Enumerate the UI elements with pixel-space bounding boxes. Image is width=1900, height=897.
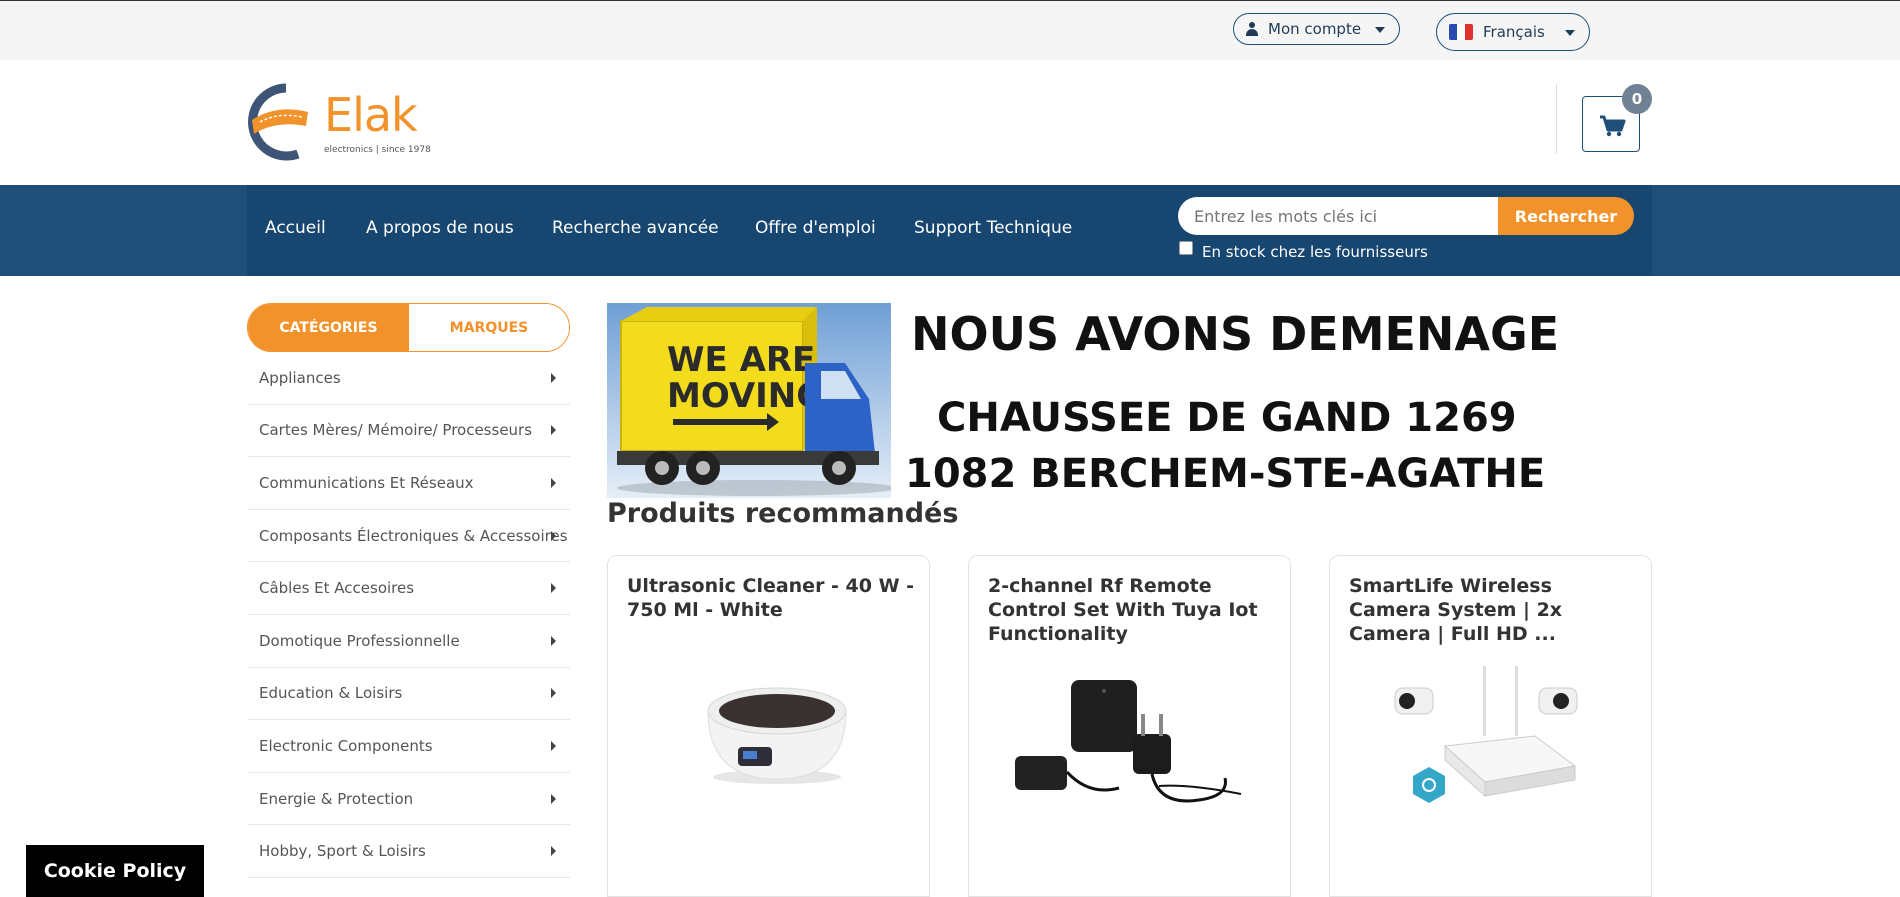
- recommended-title: Produits recommandés: [607, 498, 959, 529]
- category-label: Communications Et Réseaux: [259, 473, 474, 492]
- nav-link-jobs[interactable]: Offre d'emploi: [755, 218, 876, 238]
- category-item[interactable]: Appliances: [247, 352, 570, 405]
- cookie-policy-button[interactable]: Cookie Policy: [26, 845, 204, 897]
- nav-link-accueil[interactable]: Accueil: [265, 218, 326, 238]
- caret-right-icon: [551, 846, 556, 857]
- tab-brands[interactable]: MARQUES: [409, 304, 569, 351]
- caret-right-icon: [551, 477, 556, 488]
- caret-right-icon: [551, 425, 556, 436]
- header-divider: [1556, 84, 1557, 154]
- category-item[interactable]: Câbles Et Accesoires: [247, 562, 570, 615]
- caret-right-icon: [551, 583, 556, 594]
- category-label: Energie & Protection: [259, 789, 414, 808]
- moving-banner[interactable]: WE ARE MOVING NOUS AVONS DEMENAGE CHAUSS…: [607, 303, 1559, 498]
- top-bar: Mon compte Français: [0, 0, 1900, 60]
- logo-tagline: electronics | since 1978: [324, 145, 431, 155]
- tab-categories[interactable]: CATÉGORIES: [248, 304, 409, 351]
- category-item[interactable]: Hobby, Sport & Loisirs: [247, 825, 570, 878]
- category-item[interactable]: Domotique Professionnelle: [247, 615, 570, 668]
- product-card[interactable]: 2-channel Rf Remote Control Set With Tuy…: [968, 555, 1291, 897]
- nav-link-about[interactable]: A propos de nous: [366, 218, 514, 238]
- stock-checkbox[interactable]: [1179, 241, 1193, 255]
- stock-checkbox-label: En stock chez les fournisseurs: [1202, 243, 1428, 261]
- truck-text-1: WE ARE: [667, 340, 815, 380]
- category-label: Cartes Mères/ Mémoire/ Processeurs: [259, 421, 533, 440]
- language-label: Français: [1483, 23, 1545, 41]
- product-image[interactable]: [1385, 666, 1600, 841]
- category-list: Appliances Cartes Mères/ Mémoire/ Proces…: [247, 352, 570, 878]
- site-logo[interactable]: Elak electronics | since 1978: [246, 82, 431, 162]
- product-name[interactable]: SmartLife Wireless Camera System | 2x Ca…: [1349, 574, 1639, 646]
- truck-text-2: MOVING: [667, 376, 824, 416]
- product-name[interactable]: Ultrasonic Cleaner - 40 W - 750 Ml - Whi…: [627, 574, 917, 622]
- caret-down-icon: [1375, 27, 1385, 33]
- caret-right-icon: [551, 372, 556, 383]
- search-input[interactable]: [1178, 197, 1498, 235]
- category-label: Education & Loisirs: [259, 684, 403, 703]
- category-label: Electronic Components: [259, 736, 433, 755]
- search-button[interactable]: Rechercher: [1498, 197, 1634, 235]
- category-label: Câbles Et Accesoires: [259, 579, 415, 598]
- product-image[interactable]: [1009, 676, 1249, 816]
- moving-truck-image: WE ARE MOVING: [607, 303, 891, 498]
- category-label: Hobby, Sport & Loisirs: [259, 842, 426, 861]
- product-image[interactable]: [702, 681, 852, 786]
- banner-address-1: CHAUSSEE DE GAND 1269: [937, 395, 1517, 441]
- account-label: Mon compte: [1268, 20, 1362, 38]
- product-card[interactable]: SmartLife Wireless Camera System | 2x Ca…: [1329, 555, 1652, 897]
- category-label: Domotique Professionnelle: [259, 631, 460, 650]
- category-item[interactable]: Education & Loisirs: [247, 668, 570, 721]
- site-header: Elak electronics | since 1978 0: [0, 60, 1900, 185]
- cart-count-badge: 0: [1622, 84, 1652, 114]
- caret-right-icon: [551, 530, 556, 541]
- caret-down-icon: [1565, 30, 1575, 36]
- category-item[interactable]: Communications Et Réseaux: [247, 457, 570, 510]
- category-item[interactable]: Electronic Components: [247, 720, 570, 773]
- product-card[interactable]: Ultrasonic Cleaner - 40 W - 750 Ml - Whi…: [607, 555, 930, 897]
- sidebar-tabs: CATÉGORIES MARQUES: [247, 303, 570, 352]
- category-item[interactable]: Cartes Mères/ Mémoire/ Processeurs: [247, 405, 570, 458]
- account-dropdown[interactable]: Mon compte: [1233, 13, 1400, 45]
- language-dropdown[interactable]: Français: [1436, 13, 1590, 51]
- logo-name: Elak: [324, 88, 418, 142]
- banner-address-2: 1082 BERCHEM-STE-AGATHE: [905, 451, 1546, 497]
- category-item[interactable]: Composants Électroniques & Accessoires: [247, 510, 570, 563]
- category-label: Composants Électroniques & Accessoires: [259, 526, 568, 545]
- nav-link-support[interactable]: Support Technique: [914, 218, 1072, 238]
- user-icon: [1246, 22, 1258, 36]
- caret-right-icon: [551, 740, 556, 751]
- caret-right-icon: [551, 688, 556, 699]
- logo-emblem-icon: [248, 83, 308, 161]
- caret-right-icon: [551, 793, 556, 804]
- french-flag-icon: [1449, 24, 1473, 40]
- product-name[interactable]: 2-channel Rf Remote Control Set With Tuy…: [988, 574, 1278, 646]
- caret-right-icon: [551, 635, 556, 646]
- category-label: Appliances: [259, 368, 341, 387]
- nav-link-advanced-search[interactable]: Recherche avancée: [552, 218, 719, 238]
- category-item[interactable]: Energie & Protection: [247, 773, 570, 826]
- banner-headline: NOUS AVONS DEMENAGE: [911, 307, 1560, 361]
